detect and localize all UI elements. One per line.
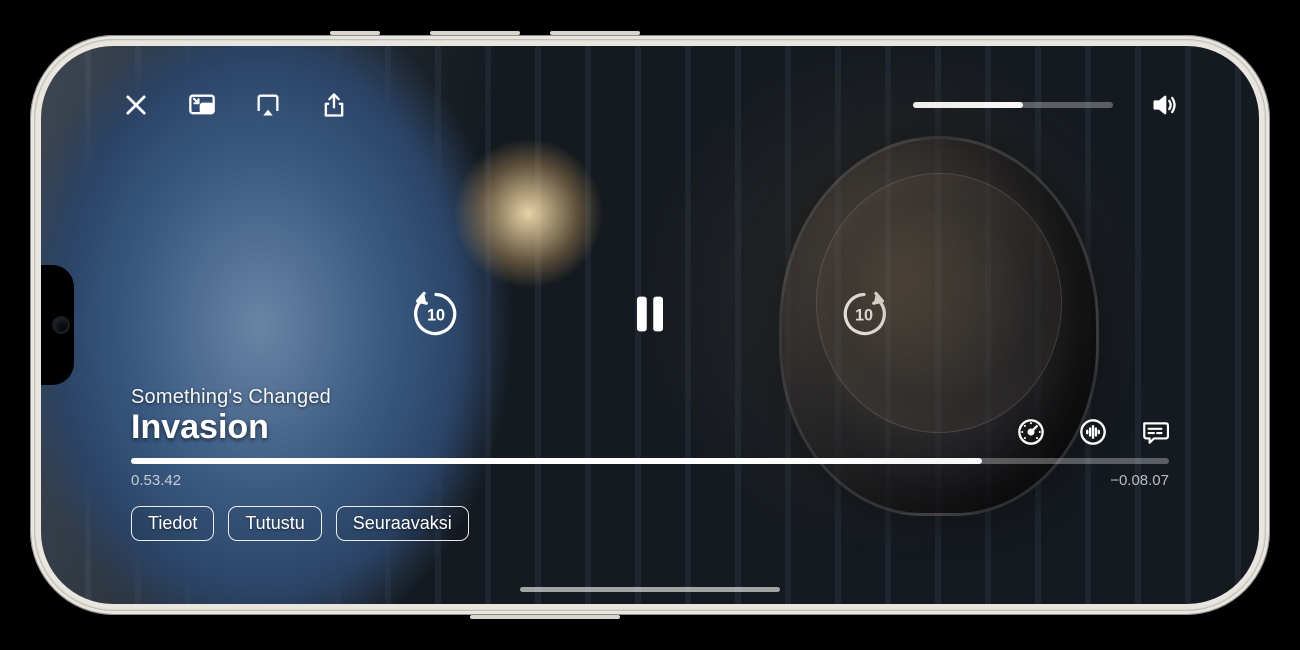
playback-speed-icon[interactable] <box>1017 418 1045 446</box>
progress-fill <box>131 458 982 464</box>
side-hw-button <box>470 615 620 619</box>
time-remaining: −0.08.07 <box>1110 472 1169 489</box>
home-indicator[interactable] <box>520 587 780 592</box>
time-elapsed: 0.53.42 <box>131 472 181 489</box>
pause-button[interactable] <box>623 287 677 341</box>
video-player-screen: 10 10 <box>41 46 1259 604</box>
svg-text:10: 10 <box>855 306 873 324</box>
episode-title: Something's Changed <box>131 386 1169 409</box>
volume-down-hw-button <box>550 31 640 35</box>
volume-fill <box>913 102 1023 108</box>
ring-switch <box>330 31 380 35</box>
pip-icon[interactable] <box>187 90 217 120</box>
progress-slider[interactable] <box>131 458 1169 464</box>
airplay-icon[interactable] <box>253 90 283 120</box>
share-icon[interactable] <box>319 90 349 120</box>
speaker-icon[interactable] <box>1149 90 1179 120</box>
tab-explore[interactable]: Tutustu <box>228 506 321 541</box>
audio-enhance-icon[interactable] <box>1079 418 1107 446</box>
show-title: Invasion <box>131 409 1169 446</box>
subtitles-icon[interactable] <box>1141 418 1169 446</box>
svg-text:10: 10 <box>427 306 445 324</box>
volume-up-hw-button <box>430 31 520 35</box>
tab-info[interactable]: Tiedot <box>131 506 214 541</box>
player-overlay: 10 10 <box>41 46 1259 604</box>
close-button[interactable] <box>121 90 151 120</box>
tab-upnext[interactable]: Seuraavaksi <box>336 506 469 541</box>
volume-slider[interactable] <box>913 102 1113 108</box>
skip-forward-10-button[interactable]: 10 <box>837 287 891 341</box>
iphone-frame: 10 10 <box>30 35 1270 615</box>
skip-back-10-button[interactable]: 10 <box>409 287 463 341</box>
